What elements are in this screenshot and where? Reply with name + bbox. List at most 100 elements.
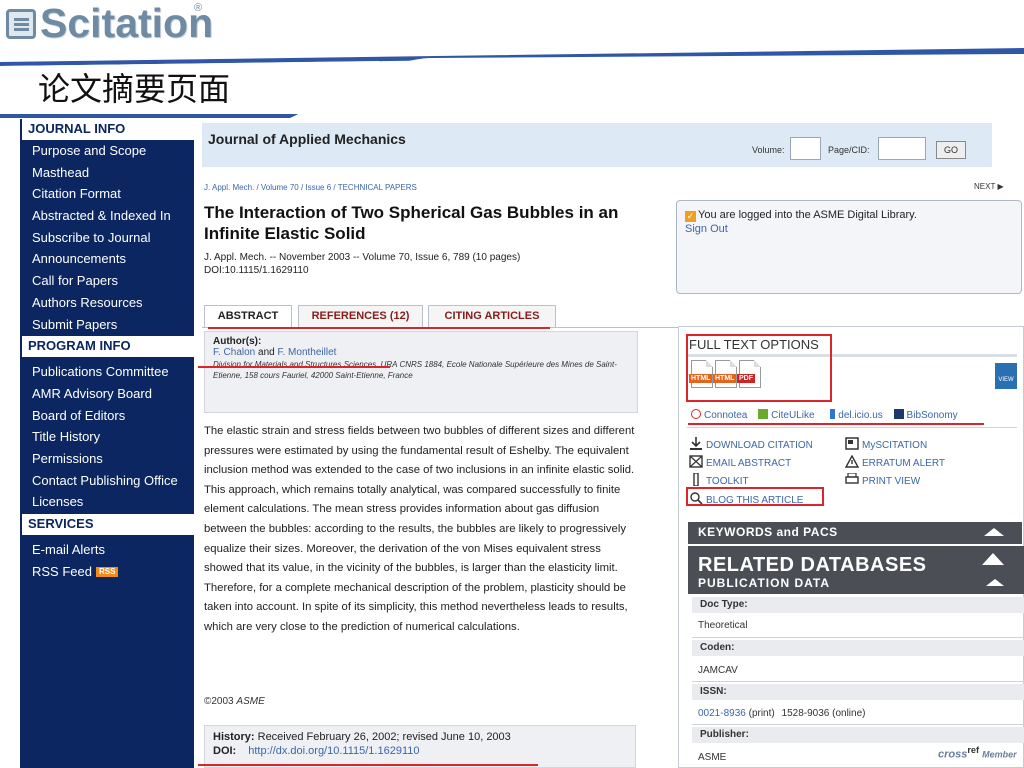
- author-label: Author(s):: [213, 336, 262, 347]
- sidebar-item-amr-advisory-board[interactable]: AMR Advisory Board: [20, 383, 194, 405]
- sidebar-item-authors-resources[interactable]: Authors Resources: [20, 292, 194, 314]
- sidebar-heading-program-info: PROGRAM INFO: [20, 336, 194, 358]
- rss-feed-label: RSS Feed: [32, 563, 92, 579]
- annotation-box-blog: [686, 487, 824, 506]
- collapse-related-icon: [982, 553, 1004, 565]
- collapse-publication-icon: [986, 579, 1004, 586]
- copyright-org: ASME: [236, 696, 265, 707]
- download-icon: [690, 437, 702, 450]
- doi-link[interactable]: http://dx.doi.org/10.1115/1.1629110: [248, 745, 419, 757]
- delicious-link[interactable]: del.icio.us: [825, 409, 886, 421]
- toolkit-link[interactable]: TOOLKIT: [689, 473, 749, 487]
- email-icon: [689, 455, 703, 468]
- publisher-value: ASME: [698, 752, 727, 763]
- go-button[interactable]: GO: [936, 141, 966, 159]
- myscitation-link[interactable]: MySCITATION: [845, 437, 927, 451]
- journal-bar: Journal of Applied Mechanics Volume: Pag…: [202, 123, 992, 167]
- checkmark-icon: ✓: [685, 211, 696, 222]
- sidebar-heading-journal-info: JOURNAL INFO: [20, 119, 194, 140]
- sidebar-item-submit-papers[interactable]: Submit Papers: [20, 314, 194, 336]
- warning-icon: [845, 455, 859, 468]
- sidebar-item-email-alerts[interactable]: E-mail Alerts: [20, 539, 194, 561]
- coden-label: Coden:: [692, 640, 1024, 656]
- connotea-link[interactable]: Connotea: [691, 409, 751, 421]
- copyright: ©2003 ASME: [204, 696, 265, 707]
- history-text: Received February 26, 2002; revised June…: [257, 731, 511, 743]
- sidebar-item-board-of-editors[interactable]: Board of Editors: [20, 405, 194, 427]
- login-message: You are logged into the ASME Digital Lib…: [698, 209, 917, 221]
- main-content: Journal of Applied Mechanics Volume: Pag…: [194, 119, 1024, 768]
- sidebar-item-licenses[interactable]: Licenses: [20, 491, 194, 513]
- sidebar-item-masthead[interactable]: Masthead: [20, 162, 194, 184]
- sidebar-item-contact-publishing-office[interactable]: Contact Publishing Office: [20, 470, 194, 492]
- related-databases-header[interactable]: RELATED DATABASES PUBLICATION DATA: [688, 546, 1024, 594]
- doi-label: DOI:: [213, 745, 237, 757]
- slide-title: 论文摘要页面: [38, 70, 231, 108]
- sidebar-item-title-history[interactable]: Title History: [20, 426, 194, 448]
- sidebar-item-purpose-and-scope[interactable]: Purpose and Scope: [20, 140, 194, 162]
- divider: [692, 681, 1024, 682]
- breadcrumb[interactable]: J. Appl. Mech. / Volume 70 / Issue 6 / T…: [204, 183, 417, 192]
- page-cid-input[interactable]: [878, 137, 926, 160]
- sidebar-item-citation-format[interactable]: Citation Format: [20, 183, 194, 205]
- print-view-link[interactable]: PRINT VIEW: [845, 473, 920, 487]
- sidebar-heading-services: SERVICES: [20, 514, 194, 535]
- login-status-box: ✓ You are logged into the ASME Digital Li…: [676, 200, 1022, 294]
- keywords-panel-title: KEYWORDS and PACS: [698, 525, 838, 539]
- annotation-underline-doi: [198, 764, 538, 766]
- abstract-text: The elastic strain and stress fields bet…: [204, 425, 635, 633]
- author-names: F. Chalon and F. Montheillet: [213, 347, 629, 358]
- tab-references[interactable]: REFERENCES (12): [298, 305, 423, 327]
- citeulike-link[interactable]: CiteULike: [758, 409, 818, 421]
- publication-data-title: PUBLICATION DATA: [698, 576, 830, 590]
- sidebar-item-rss-feed[interactable]: RSS Feed RSS: [20, 561, 194, 583]
- sidebar-item-call-for-papers[interactable]: Call for Papers: [20, 270, 194, 292]
- author-link-montheillet[interactable]: F. Montheillet: [278, 347, 337, 358]
- delicious-icon: [825, 409, 836, 419]
- sidebar-item-publications-committee[interactable]: Publications Committee: [20, 361, 194, 383]
- history-label: History:: [213, 731, 255, 743]
- issn-label: ISSN:: [692, 684, 1024, 700]
- doc-type-label: Doc Type:: [692, 597, 1024, 613]
- erratum-alert-link[interactable]: ERRATUM ALERT: [845, 455, 945, 469]
- tab-abstract[interactable]: ABSTRACT: [204, 305, 292, 328]
- rss-icon: RSS: [95, 567, 119, 578]
- annotation-underline-tabs: [208, 327, 550, 329]
- annotation-underline-authors: [198, 366, 390, 368]
- next-label: NEXT: [974, 182, 996, 191]
- collapse-arrow-icon: [984, 528, 1004, 536]
- email-abstract-link[interactable]: EMAIL ABSTRACT: [689, 455, 791, 469]
- author-link-chalon[interactable]: F. Chalon: [213, 347, 255, 358]
- annotation-box-full-text: [686, 334, 832, 402]
- sidebar-item-permissions[interactable]: Permissions: [20, 448, 194, 470]
- issn-print-link[interactable]: 0021-8936: [698, 708, 746, 719]
- sidebar-item-abstracted-indexed[interactable]: Abstracted & Indexed In: [20, 205, 194, 227]
- volume-input[interactable]: [790, 137, 821, 160]
- related-databases-title: RELATED DATABASES: [698, 554, 927, 576]
- citeulike-icon: [758, 409, 769, 419]
- issn-online: 1528-9036 (online): [781, 708, 866, 719]
- social-divider: [687, 427, 1017, 428]
- divider: [692, 724, 1024, 725]
- crossref-member-logo: crossref Member: [938, 745, 1017, 761]
- view-cart-icon[interactable]: VIEW: [995, 363, 1017, 389]
- next-link[interactable]: NEXT ▶: [974, 182, 1004, 191]
- tab-citing-articles[interactable]: CITING ARTICLES: [428, 305, 556, 327]
- bibsonomy-icon: [893, 409, 904, 419]
- toolkit-icon: [693, 473, 699, 486]
- sign-out-link[interactable]: Sign Out: [685, 223, 1013, 235]
- sidebar: JOURNAL INFO Purpose and Scope Masthead …: [20, 119, 194, 768]
- author-box: Author(s): F. Chalon and F. Montheillet …: [204, 331, 638, 413]
- publisher-label: Publisher:: [692, 727, 1024, 743]
- keywords-panel-header[interactable]: KEYWORDS and PACS: [688, 522, 1022, 544]
- author-affiliation: Division for Materials and Structures Sc…: [213, 360, 617, 380]
- doc-type-value: Theoretical: [698, 620, 748, 631]
- printer-icon: [845, 473, 859, 484]
- sidebar-item-subscribe[interactable]: Subscribe to Journal: [20, 227, 194, 249]
- download-citation-link[interactable]: DOWNLOAD CITATION: [689, 437, 813, 451]
- bibsonomy-link[interactable]: BibSonomy: [893, 409, 962, 421]
- journal-name[interactable]: Journal of Applied Mechanics: [208, 131, 406, 147]
- sidebar-item-announcements[interactable]: Announcements: [20, 248, 194, 270]
- copyright-prefix: ©2003: [204, 696, 237, 707]
- issn-print-suffix: (print): [748, 708, 775, 719]
